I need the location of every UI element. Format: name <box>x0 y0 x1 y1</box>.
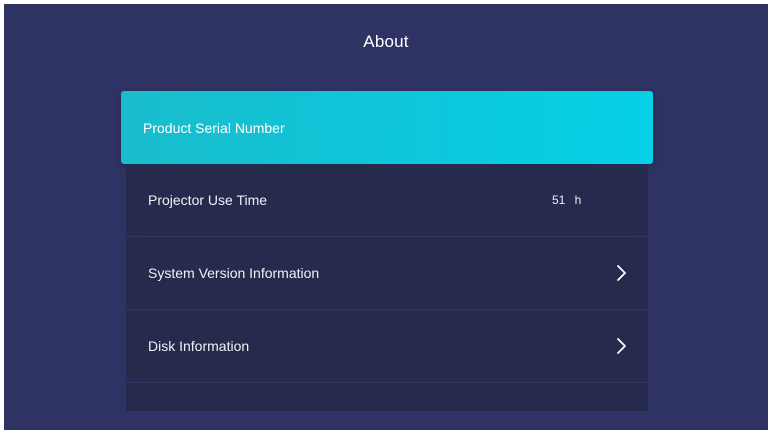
chevron-right-icon <box>617 338 626 354</box>
chevron-right-icon <box>617 265 626 281</box>
menu-item-label: Disk Information <box>148 338 250 354</box>
about-screen: About Product Serial Number Projector Us… <box>4 4 768 430</box>
use-time-value: 51 h <box>552 193 582 207</box>
menu-item-partial[interactable] <box>126 383 648 411</box>
page-title: About <box>363 32 409 51</box>
settings-menu-list[interactable]: Projector Use Time 51 h System Version I… <box>126 164 648 411</box>
menu-item-projector-use-time[interactable]: Projector Use Time 51 h <box>126 164 648 237</box>
menu-item-system-version-information[interactable]: System Version Information <box>126 237 648 310</box>
menu-item-product-serial-number[interactable]: Product Serial Number <box>121 91 653 164</box>
menu-item-label: System Version Information <box>148 265 320 281</box>
menu-item-label: Product Serial Number <box>143 119 285 136</box>
menu-item-label: Projector Use Time <box>148 192 268 208</box>
menu-item-disk-information[interactable]: Disk Information <box>126 310 648 383</box>
